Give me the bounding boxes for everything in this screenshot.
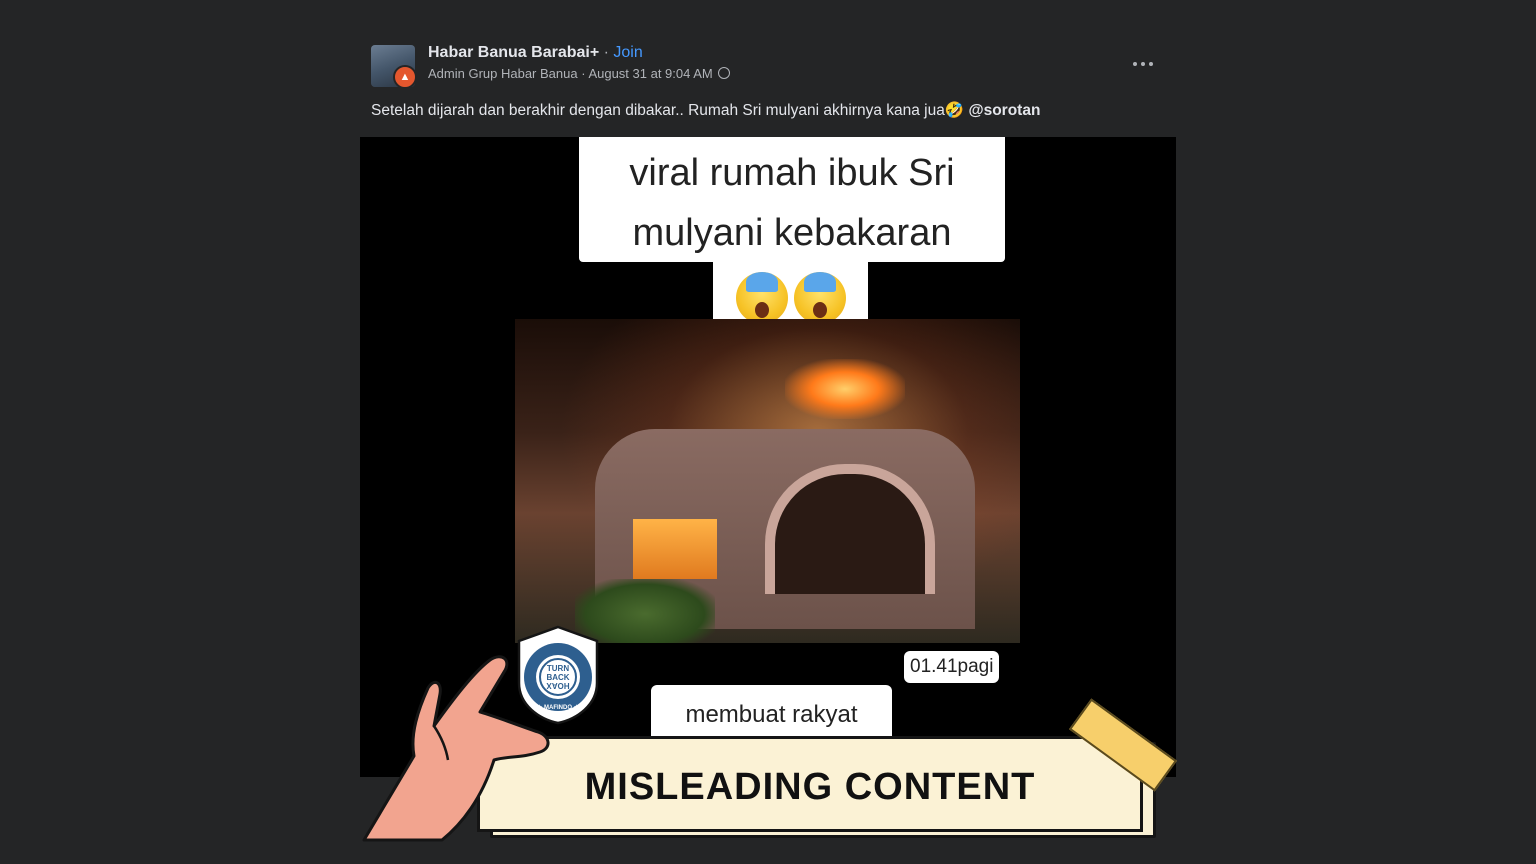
- screaming-face-icon: [793, 272, 846, 324]
- misleading-label: MISLEADING CONTENT: [584, 765, 1036, 808]
- group-avatar[interactable]: ▲: [371, 45, 415, 87]
- post-meta: Habar Banua Barabai+ · Join Admin Grup H…: [428, 44, 731, 81]
- caption-text: Setelah dijarah dan berakhir dengan diba…: [371, 102, 965, 119]
- post-caption: Setelah dijarah dan berakhir dengan diba…: [371, 101, 1040, 120]
- burning-house-photo: [515, 319, 1020, 643]
- svg-text:TURN: TURN: [547, 664, 569, 673]
- lit-window: [633, 519, 717, 579]
- video-top-caption: viral rumah ibuk Sri mulyani kebakaran: [579, 137, 1005, 262]
- video-time-label: 01.41pagi: [904, 651, 1000, 683]
- group-name-link[interactable]: Habar Banua Barabai+: [428, 44, 599, 61]
- join-link[interactable]: Join: [613, 44, 642, 61]
- globe-icon: [718, 67, 731, 79]
- separator: ·: [599, 44, 614, 61]
- top-caption-line-1: viral rumah ibuk Sri: [629, 152, 955, 194]
- dot: [1149, 62, 1153, 66]
- screaming-face-icon: [735, 272, 788, 324]
- post-timestamp[interactable]: August 31 at 9:04 AM: [588, 66, 712, 81]
- mafindo-seal-icon: TURN BACK HOAX ★ MAFINDO ★: [517, 625, 599, 725]
- post-subheader: Admin Grup Habar Banua · August 31 at 9:…: [428, 66, 731, 81]
- svg-text:BACK: BACK: [546, 673, 569, 682]
- dot: [1141, 62, 1145, 66]
- svg-text:HOAX: HOAX: [546, 681, 570, 690]
- misleading-banner: MISLEADING CONTENT: [477, 736, 1143, 832]
- more-options-button[interactable]: [1130, 56, 1156, 72]
- svg-text:★ MAFINDO ★: ★ MAFINDO ★: [537, 704, 580, 711]
- mention-link[interactable]: @sorotan: [968, 102, 1040, 119]
- video-bottom-caption: membuat rakyat: [651, 685, 892, 737]
- admin-badge-icon: ▲: [393, 65, 415, 87]
- top-caption-line-2: mulyani kebakaran: [632, 212, 952, 254]
- subheader-separator: ·: [577, 66, 589, 81]
- fire-glow: [785, 359, 905, 419]
- author-role[interactable]: Admin Grup Habar Banua: [428, 66, 578, 81]
- post-header-line: Habar Banua Barabai+ · Join: [428, 44, 730, 62]
- more-horizontal-icon: [1133, 62, 1137, 66]
